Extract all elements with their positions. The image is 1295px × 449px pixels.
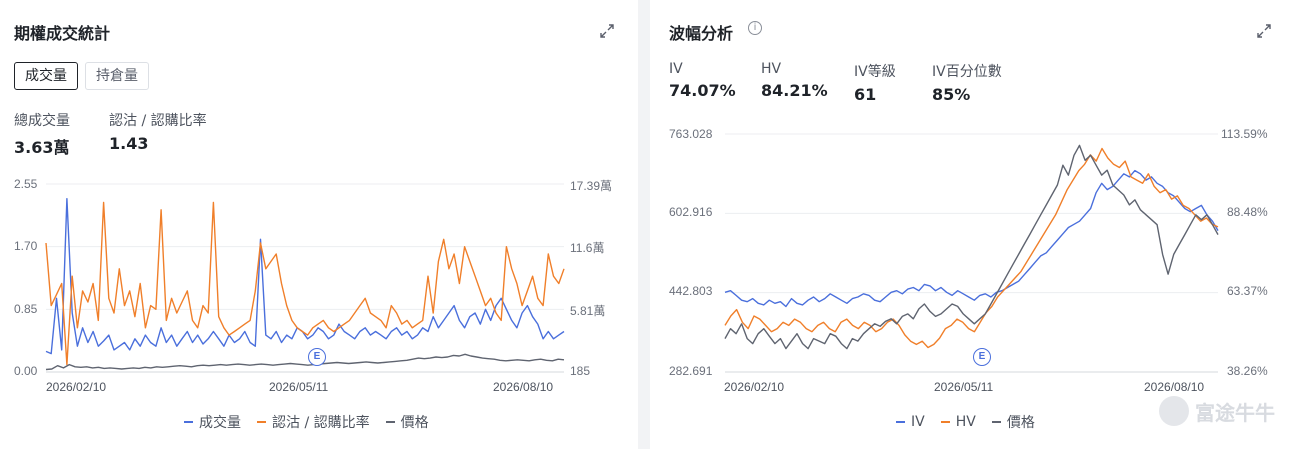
- tab-volume[interactable]: 成交量: [14, 62, 78, 90]
- y-tick-left: 0.00: [14, 364, 38, 378]
- futubull-logo-icon: [1159, 396, 1189, 426]
- stat-iv-rank: IV等級 61: [854, 61, 896, 104]
- watermark-text: 富途牛牛: [1195, 400, 1275, 425]
- legend-item-put-call-ratio[interactable]: 認沽 / 認購比率: [257, 412, 370, 432]
- y-tick-right: 185: [570, 364, 591, 378]
- y-tick-right: 38.26%: [1227, 364, 1268, 378]
- volume-tabs: 成交量 持倉量: [14, 62, 156, 90]
- iv-line: [724, 169, 1219, 308]
- chart-legend: IV HV 價格: [896, 412, 1051, 432]
- x-tick: 2026/05/11: [934, 380, 994, 394]
- info-icon[interactable]: i: [748, 21, 762, 35]
- tab-open-interest[interactable]: 持倉量: [85, 62, 149, 90]
- legend-label: 認沽 / 認購比率: [272, 415, 370, 431]
- stat-value: 1.43: [109, 134, 149, 153]
- stat-label: 認沽 / 認購比率: [109, 113, 207, 129]
- option-volume-panel: 期權成交統計 成交量 持倉量 總成交量 3.63萬 認沽 / 認購比率 1.43…: [0, 0, 638, 449]
- stat-value: 85%: [932, 85, 971, 104]
- expand-icon[interactable]: [598, 22, 616, 40]
- legend-label: 價格: [400, 415, 429, 431]
- price-line: [45, 353, 565, 371]
- volatility-chart: [724, 133, 1219, 373]
- y-tick-left: 442.803: [669, 284, 713, 298]
- stat-put-call-ratio: 認沽 / 認購比率 1.43: [109, 110, 207, 153]
- expand-icon[interactable]: [1255, 22, 1273, 40]
- stat-hv: HV 84.21%: [761, 61, 828, 100]
- stat-label: IV等級: [854, 64, 896, 80]
- earnings-event-marker[interactable]: E: [973, 348, 991, 366]
- legend-item-iv[interactable]: IV: [896, 412, 925, 432]
- stat-value: 61: [854, 85, 877, 104]
- option-volume-chart: [45, 183, 565, 373]
- legend-item-price[interactable]: 價格: [385, 412, 429, 432]
- y-tick-right: 11.6萬: [570, 241, 605, 255]
- y-tick-right: 88.48%: [1227, 205, 1268, 219]
- y-tick-left: 2.55: [14, 177, 38, 191]
- legend-label: IV: [911, 414, 925, 430]
- panel-title: 波幅分析: [669, 24, 734, 43]
- stat-total-volume: 總成交量 3.63萬: [14, 110, 70, 158]
- panel-title: 期權成交統計: [14, 24, 111, 43]
- y-tick-left: 0.85: [14, 302, 38, 316]
- stat-iv: IV 74.07%: [669, 61, 736, 100]
- stat-label: HV: [761, 61, 782, 77]
- price-line: [724, 144, 1219, 350]
- volume-line: [45, 197, 565, 355]
- y-tick-right: 113.59%: [1221, 127, 1268, 141]
- y-tick-right: 5.81萬: [570, 304, 606, 318]
- x-tick: 2026/02/10: [46, 380, 107, 394]
- x-tick: 2026/08/10: [1144, 380, 1205, 394]
- legend-label: 成交量: [199, 415, 241, 431]
- legend-label: 價格: [1006, 415, 1035, 431]
- y-tick-right: 63.37%: [1227, 284, 1268, 298]
- stat-iv-percentile: IV百分位數 85%: [932, 61, 1002, 104]
- stat-label: IV百分位數: [932, 64, 1002, 80]
- x-tick: 2026/02/10: [724, 380, 785, 394]
- legend-label: HV: [955, 414, 976, 430]
- put-call-ratio-line: [45, 201, 565, 366]
- volatility-panel: 波幅分析 i IV 74.07% HV 84.21% IV等級 61 IV百分位…: [650, 0, 1295, 449]
- y-tick-left: 282.691: [669, 364, 713, 378]
- chart-legend: 成交量 認沽 / 認購比率 價格: [184, 412, 445, 432]
- legend-item-price[interactable]: 價格: [991, 412, 1035, 432]
- y-tick-left: 602.916: [669, 205, 713, 219]
- stat-value: 84.21%: [761, 81, 828, 100]
- legend-item-volume[interactable]: 成交量: [184, 412, 241, 432]
- stat-label: IV: [669, 61, 683, 77]
- x-tick: 2026/05/11: [269, 380, 329, 394]
- stat-label: 總成交量: [14, 113, 70, 129]
- stat-value: 3.63萬: [14, 138, 70, 157]
- earnings-event-marker[interactable]: E: [308, 348, 326, 366]
- legend-item-hv[interactable]: HV: [940, 412, 976, 432]
- stat-value: 74.07%: [669, 81, 736, 100]
- y-tick-right: 17.39萬: [570, 179, 613, 193]
- futubull-watermark: 富途牛牛: [1159, 396, 1275, 426]
- x-tick: 2026/08/10: [493, 380, 554, 394]
- y-tick-left: 1.70: [14, 239, 38, 253]
- y-tick-left: 763.028: [669, 127, 713, 141]
